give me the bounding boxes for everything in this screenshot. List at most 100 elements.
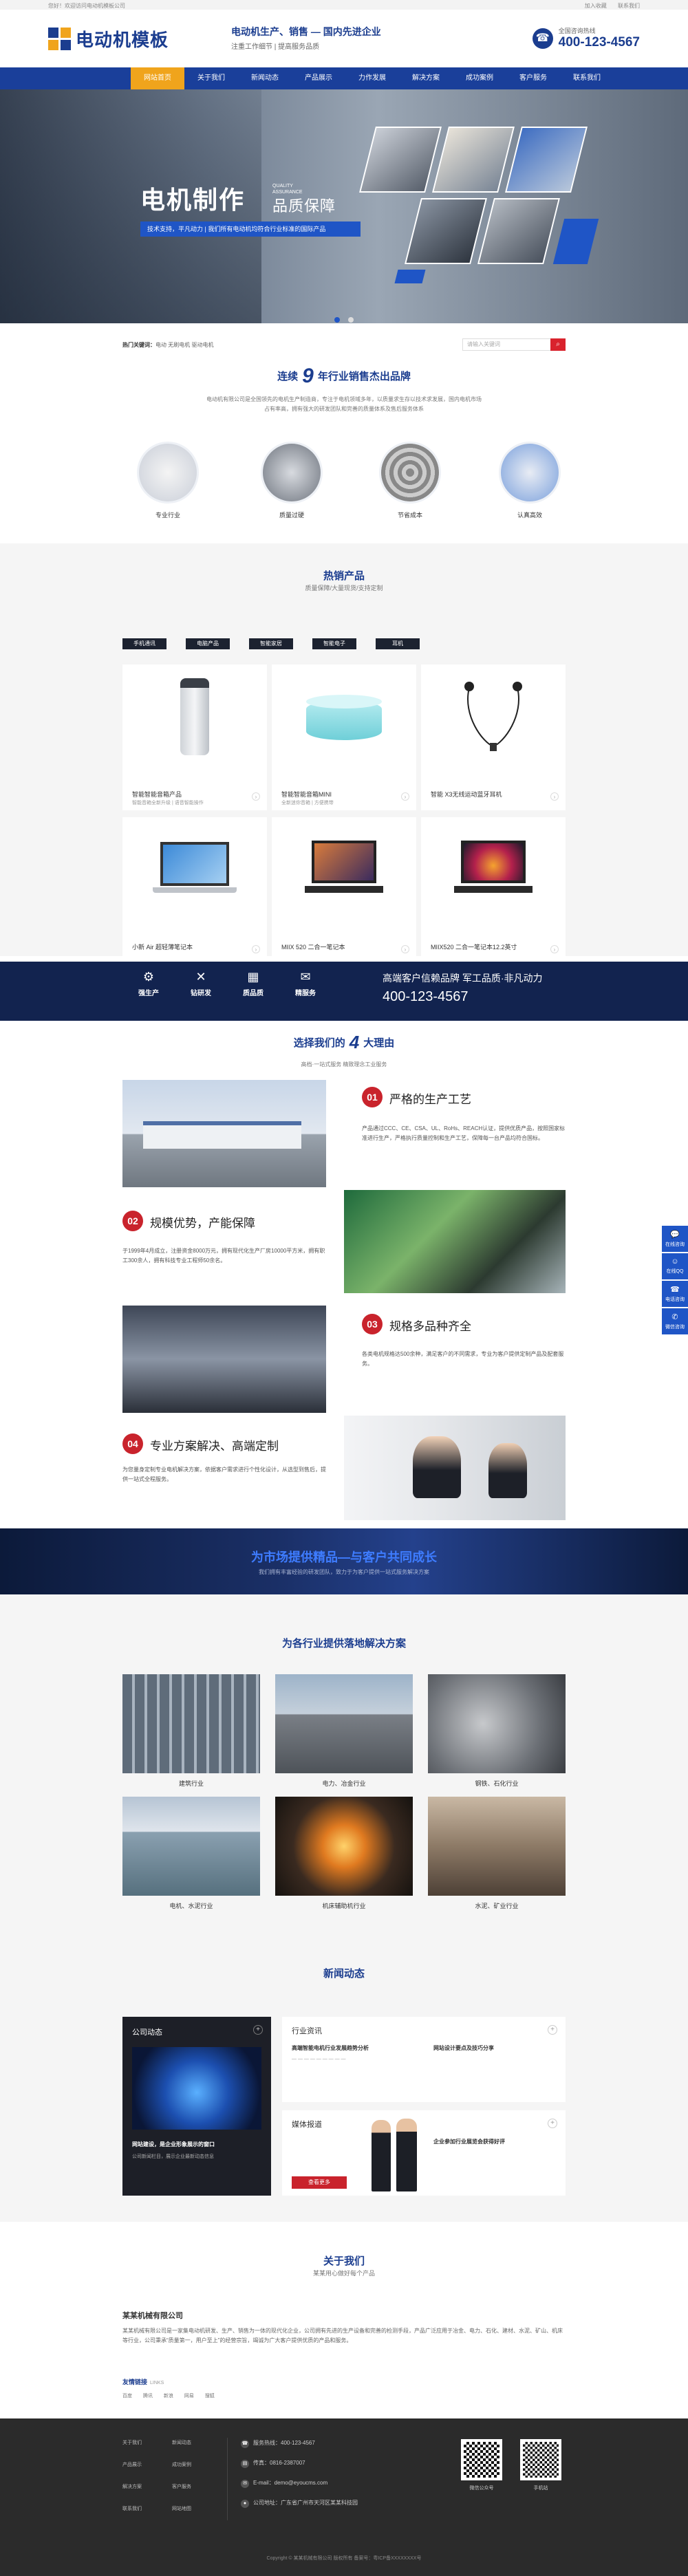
bookmark-link[interactable]: 加入收藏 (585, 3, 607, 9)
nav-service[interactable]: 客户服务 (506, 67, 560, 89)
arrow-right-icon[interactable]: › (550, 792, 559, 801)
news-item-title[interactable]: 高端智能电机行业发展趋势分析 (292, 2044, 369, 2052)
feature-professional[interactable]: 专业行业 (135, 442, 201, 519)
nav-solutions[interactable]: 解决方案 (399, 67, 453, 89)
banner-dot-2[interactable] (347, 317, 354, 323)
news-item-title[interactable]: 网站建设，是企业形象展示的窗口 (132, 2141, 215, 2148)
friend-links: 友情链接 LINKS 百度 腾讯 新浪 网易 搜狐 (0, 2377, 688, 2418)
plus-icon[interactable]: + (548, 2025, 557, 2035)
banner-dot-1[interactable] (334, 317, 341, 323)
header-hotline: ☎ 全国咨询热线 400-123-4567 (532, 26, 640, 50)
footer-link[interactable]: 客户服务 (172, 2483, 191, 2490)
nav-cases[interactable]: 成功案例 (453, 67, 506, 89)
phone-icon: ☎ (532, 28, 553, 49)
keyword-search-row: 热门关键词：电动 无刷电机 驱动电机 请输入关键词 ⌕ (0, 334, 688, 355)
media-report-card[interactable]: 媒体报道 企业参加行业展览会获得好评 + 查看更多 (282, 2110, 566, 2196)
product-card[interactable]: 小新 Air 超轻薄笔记本 › (122, 817, 267, 963)
product-tabs: 手机通讯 电脑产品 智能家居 智能电子 耳机 (122, 638, 439, 649)
copyright: Copyright © 某某机械有限公司 版权所有 备案号：粤ICP备XXXXX… (266, 2556, 422, 2561)
industry-item[interactable]: 建筑行业 (122, 1674, 260, 1788)
industry-image (275, 1797, 413, 1896)
company-news-card[interactable]: 公司动态 + 网站建设，是企业形象展示的窗口 公司新闻栏目，展示企业最新动态信息 (122, 2017, 271, 2196)
footer-link[interactable]: 产品展示 (122, 2461, 142, 2468)
footer-link[interactable]: 关于我们 (122, 2439, 142, 2446)
reason-text: 于1999年4月成立，注册资金8000万元，拥有现代化生产厂房10000平方米，… (122, 1248, 325, 1264)
site-header: 电动机模板 电动机生产、销售 — 国内先进企业 注重工作细节 | 提高服务品质 … (0, 10, 688, 67)
industry-item[interactable]: 机床辅助机行业 (275, 1797, 413, 1910)
friend-link[interactable]: 网易 (184, 2394, 194, 2399)
contact-link[interactable]: 联系我们 (618, 3, 640, 9)
tab-phone[interactable]: 手机通讯 (122, 638, 166, 649)
banner-title: 电机制作 (140, 186, 246, 214)
friend-link[interactable]: 百度 (122, 2394, 132, 2399)
feature-efficient[interactable]: 认真高效 (497, 442, 563, 519)
friend-link[interactable]: 新浪 (164, 2394, 173, 2399)
feature-cost[interactable]: 节省成本 (377, 442, 443, 519)
nav-development[interactable]: 力作发展 (345, 67, 399, 89)
factory-image (122, 1080, 326, 1187)
workshop-image (122, 1306, 326, 1413)
arrow-right-icon[interactable]: › (401, 945, 409, 953)
search-button[interactable]: ⌕ (550, 338, 566, 351)
arrow-right-icon[interactable]: › (252, 945, 260, 953)
tab-computer[interactable]: 电脑产品 (186, 638, 230, 649)
footer-link[interactable]: 成功案例 (172, 2461, 191, 2468)
news-item-desc: 公司新闻栏目，展示企业最新动态信息 (132, 2154, 214, 2159)
product-card[interactable]: MIIX 520 二合一笔记本 › (272, 817, 416, 963)
arrow-right-icon[interactable]: › (252, 792, 260, 801)
qq-button[interactable]: ☺ 在线QQ (662, 1253, 688, 1279)
industry-item[interactable]: 钢铁、石化行业 (428, 1674, 566, 1788)
product-card[interactable]: MIIX520 二合一笔记本12.2英寸 › (421, 817, 566, 963)
main-nav: 网站首页 关于我们 新闻动态 产品展示 力作发展 解决方案 成功案例 客户服务 … (0, 67, 688, 89)
online-consult-button[interactable]: 💬 在线咨询 (662, 1226, 688, 1252)
links-heading: 友情链接 LINKS (122, 2379, 164, 2385)
news-image (132, 2047, 261, 2130)
industry-item[interactable]: 电机、水泥行业 (122, 1797, 260, 1910)
phone-consult-button[interactable]: ☎ 电话咨询 (662, 1281, 688, 1307)
header-slogan: 电动机生产、销售 — 国内先进企业 注重工作细节 | 提高服务品质 (231, 26, 381, 51)
news-title: 新闻动态 (323, 1968, 365, 1980)
wechat-button[interactable]: ✆ 微信咨询 (662, 1308, 688, 1334)
hero-banner: 电机制作 QUALITY ASSURANCE 品质保障 技术支持，平凡动力 | … (0, 89, 688, 323)
feature-quality[interactable]: 质量过硬 (259, 442, 325, 519)
hotline-label: 全国咨询热线 (558, 28, 596, 34)
industry-news-card[interactable]: 行业资讯 + 高端智能电机行业发展趋势分析 — — — — — — — — — … (282, 2017, 566, 2102)
product-card[interactable]: 智能智能音箱产品 智能音箱全新升级 | 语音智能操作 › (122, 664, 267, 810)
nav-products[interactable]: 产品展示 (292, 67, 345, 89)
intro-years: 9 (302, 365, 314, 387)
plus-icon[interactable]: + (253, 2025, 263, 2035)
banner-pagination (0, 315, 688, 323)
fax-icon: ▤ (241, 2460, 249, 2468)
product-card[interactable]: 智能智能音箱MINI 全新迷你音箱 | 方便携带 › (272, 664, 416, 810)
intro-section: 连续 9 年行业销售杰出品牌 电动机有限公司是全国领先的电机生产制造商，专注于电机领… (0, 365, 688, 543)
tab-smart-home[interactable]: 智能家居 (249, 638, 293, 649)
site-logo[interactable]: 电动机模板 (48, 26, 169, 52)
business-people-image (367, 2116, 422, 2193)
footer-link[interactable]: 新闻动态 (172, 2439, 191, 2446)
friend-link[interactable]: 腾讯 (143, 2394, 153, 2399)
footer-link[interactable]: 联系我们 (122, 2505, 142, 2512)
arrow-right-icon[interactable]: › (401, 792, 409, 801)
nav-about[interactable]: 关于我们 (184, 67, 238, 89)
qq-icon: ☺ (671, 1257, 679, 1266)
friend-link[interactable]: 搜狐 (205, 2394, 215, 2399)
more-button[interactable]: 查看更多 (292, 2176, 347, 2189)
nav-contact[interactable]: 联系我们 (560, 67, 614, 89)
footer-link[interactable]: 网站地图 (172, 2505, 191, 2512)
news-item-title[interactable]: 网站设计要点及技巧分享 (433, 2044, 494, 2052)
footer-link[interactable]: 解决方案 (122, 2483, 142, 2490)
news-item-title[interactable]: 企业参加行业展览会获得好评 (433, 2138, 505, 2145)
nav-home[interactable]: 网站首页 (131, 67, 184, 89)
tab-earphones[interactable]: 耳机 (376, 638, 420, 649)
slogan-line1: 注重工作细节 (231, 43, 272, 51)
hot-keywords-list[interactable]: 电动 无刷电机 驱动电机 (155, 342, 213, 348)
quality-icon: ▦ (247, 970, 259, 984)
plus-icon[interactable]: + (548, 2119, 557, 2128)
circuit-image (344, 1190, 566, 1293)
industry-item[interactable]: 水泥、矿业行业 (428, 1797, 566, 1910)
tab-electronics[interactable]: 智能电子 (312, 638, 356, 649)
product-card[interactable]: 智能 X3无线运动蓝牙耳机 › (421, 664, 566, 810)
arrow-right-icon[interactable]: › (550, 945, 559, 953)
nav-news[interactable]: 新闻动态 (238, 67, 292, 89)
industry-item[interactable]: 电力、冶金行业 (275, 1674, 413, 1788)
